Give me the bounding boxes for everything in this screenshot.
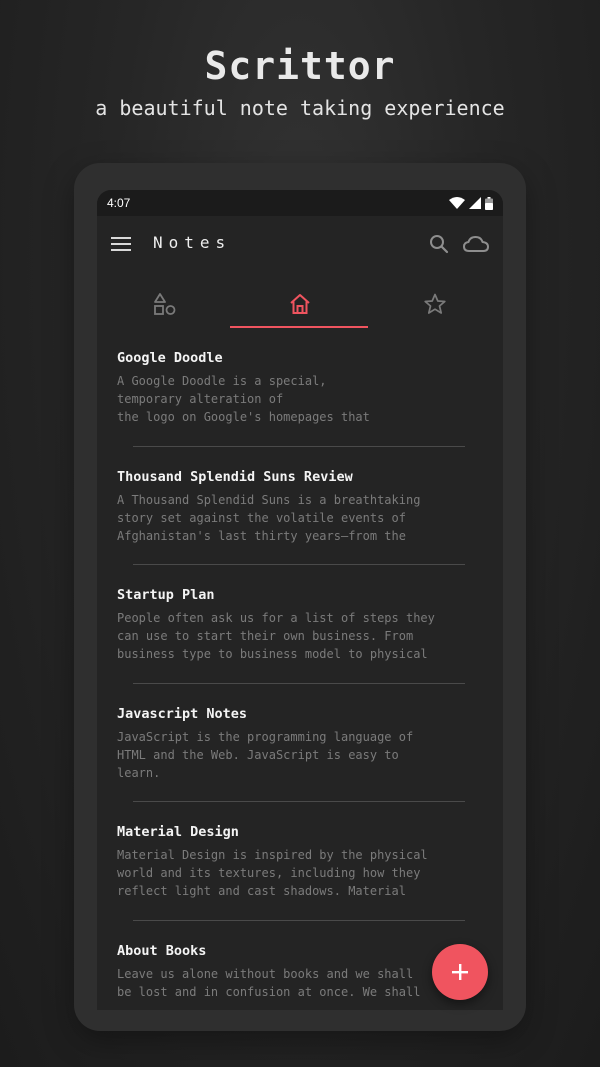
tab-bar — [97, 272, 503, 328]
status-bar: 4:07 — [97, 190, 503, 216]
status-icons — [449, 196, 493, 210]
note-item[interactable]: Javascript Notes JavaScript is the progr… — [117, 684, 483, 802]
note-title: Startup Plan — [117, 587, 215, 603]
promo-title: Scrittor — [204, 44, 396, 88]
app-bar: Notes — [97, 216, 503, 272]
promo-subtitle: a beautiful note taking experience — [95, 96, 505, 120]
note-title: Thousand Splendid Suns Review — [117, 468, 353, 485]
battery-icon — [485, 196, 493, 210]
status-time: 4:07 — [107, 196, 131, 210]
note-item[interactable]: Google Doodle A Google Doodle is a speci… — [117, 328, 483, 447]
note-preview: People often ask us for a list of steps … — [117, 611, 435, 661]
note-item[interactable]: Thousand Splendid Suns Review A Thousand… — [117, 447, 483, 565]
signal-icon — [469, 197, 481, 209]
note-item[interactable]: Material Design Material Design is inspi… — [117, 802, 483, 921]
wifi-icon — [449, 197, 465, 209]
note-preview: A Google Doodle is a special, temporary … — [117, 374, 370, 424]
tab-categories[interactable] — [97, 272, 232, 328]
shapes-icon — [153, 293, 176, 315]
home-icon — [290, 294, 310, 314]
note-item[interactable]: Startup Plan People often ask us for a l… — [117, 565, 483, 684]
search-icon[interactable] — [429, 234, 449, 254]
note-item[interactable]: About Books Leave us alone without books… — [117, 921, 483, 1011]
note-preview: Leave us alone without books and we shal… — [117, 966, 421, 999]
notes-list: Google Doodle A Google Doodle is a speci… — [97, 328, 503, 1010]
phone-screen: 4:07 Notes Google Doodle A Google Doodle… — [97, 190, 503, 1010]
menu-icon[interactable] — [111, 237, 131, 251]
tab-favorites[interactable] — [368, 272, 503, 328]
tab-home[interactable] — [232, 272, 367, 328]
cloud-icon[interactable] — [463, 234, 489, 254]
note-title: Google Doodle — [117, 350, 223, 366]
note-title: Javascript Notes — [117, 705, 248, 722]
note-title: About Books — [117, 942, 207, 959]
star-icon — [424, 293, 446, 314]
note-preview: JavaScript is the programming language o… — [117, 729, 414, 780]
add-note-button[interactable] — [432, 944, 488, 1000]
plus-icon — [452, 964, 468, 980]
note-preview: Material Design is inspired by the physi… — [117, 848, 428, 898]
app-title: Notes — [153, 233, 232, 252]
note-title: Material Design — [117, 824, 239, 840]
note-preview: A Thousand Splendid Suns is a breathtaki… — [117, 492, 421, 543]
